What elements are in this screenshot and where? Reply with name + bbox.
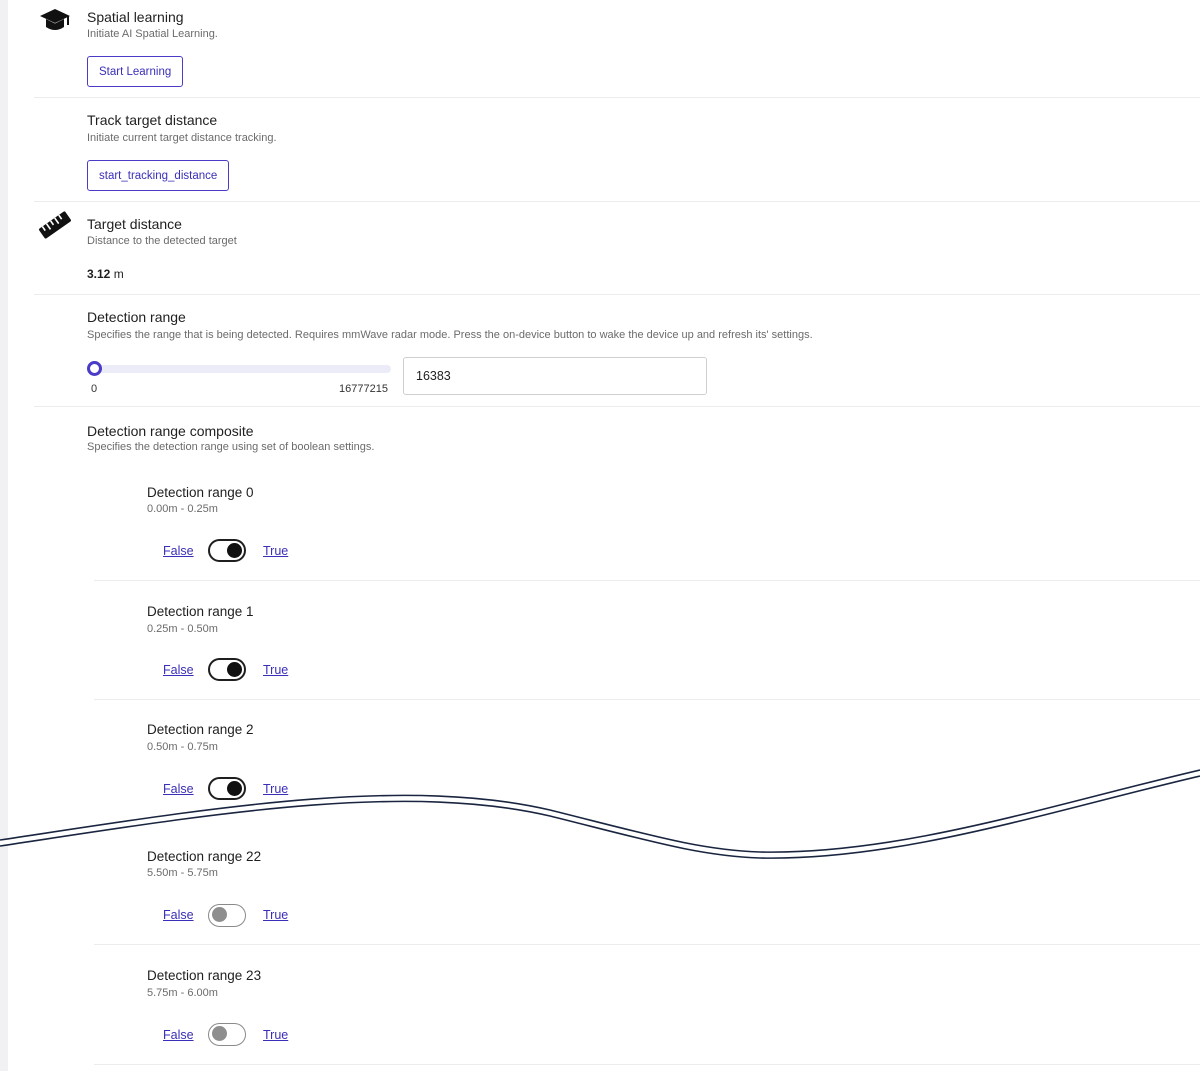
detection-range-min-label: 0 (91, 383, 98, 395)
detection-range-item-range: 5.50m - 5.75m (147, 867, 218, 879)
detection-range-toggle[interactable] (208, 904, 246, 927)
false-option-link[interactable]: False (163, 908, 194, 922)
detection-range-item-title: Detection range 22 (147, 849, 262, 864)
false-option-link[interactable]: False (163, 1028, 194, 1042)
spatial-learning-title: Spatial learning (87, 9, 184, 25)
target-distance-unit: m (113, 267, 124, 281)
target-distance-subtitle: Distance to the detected target (87, 235, 237, 247)
detection-range-item-range: 0.50m - 0.75m (147, 741, 218, 753)
detection-range-item: Detection range 22 5.50m - 5.75m False T… (94, 826, 1200, 945)
true-option-link[interactable]: True (263, 1028, 288, 1042)
detection-range-item-title: Detection range 1 (147, 604, 254, 619)
ruler-icon (39, 211, 71, 239)
spatial-learning-subtitle: Initiate AI Spatial Learning. (87, 28, 218, 40)
settings-page: Spatial learning Initiate AI Spatial Lea… (34, 0, 1200, 1071)
detection-range-composite-title: Detection range composite (87, 423, 254, 439)
false-option-link[interactable]: False (163, 663, 194, 677)
detection-range-toggle[interactable] (208, 539, 246, 562)
target-distance-title: Target distance (87, 216, 182, 232)
false-option-link[interactable]: False (163, 782, 194, 796)
detection-range-slider-thumb[interactable] (87, 361, 103, 376)
detection-range-item: Detection range 0 0.00m - 0.25m False Tr… (94, 462, 1200, 581)
toggle-knob (227, 662, 242, 677)
graduation-cap-icon (40, 9, 70, 30)
detection-range-section: Detection range Specifies the range that… (34, 295, 1200, 407)
detection-range-item-range: 5.75m - 6.00m (147, 987, 218, 999)
start-learning-button[interactable]: Start Learning (87, 56, 184, 87)
detection-range-item-title: Detection range 23 (147, 968, 262, 983)
target-distance-value: 3.12 m (87, 267, 124, 281)
detection-range-input[interactable] (403, 357, 707, 395)
spatial-learning-section: Spatial learning Initiate AI Spatial Lea… (34, 0, 1200, 98)
target-distance-number: 3.12 (87, 267, 111, 281)
toggle-knob (212, 1026, 227, 1041)
detection-range-item-title: Detection range 0 (147, 485, 254, 500)
detection-range-item: Detection range 2 0.50m - 0.75m False Tr… (94, 700, 1200, 818)
detection-range-item: Detection range 1 0.25m - 0.50m False Tr… (94, 581, 1200, 700)
true-option-link[interactable]: True (263, 782, 288, 796)
true-option-link[interactable]: True (263, 908, 288, 922)
target-distance-section: Target distance Distance to the detected… (34, 202, 1200, 295)
true-option-link[interactable]: True (263, 544, 288, 558)
detection-range-subtitle: Specifies the range that is being detect… (87, 329, 813, 341)
toggle-knob (212, 907, 227, 922)
toggle-knob (227, 781, 242, 796)
detection-range-toggle[interactable] (208, 777, 246, 800)
false-option-link[interactable]: False (163, 544, 194, 558)
detection-range-slider[interactable] (92, 365, 391, 373)
detection-range-toggle[interactable] (208, 1023, 246, 1046)
track-target-distance-subtitle: Initiate current target distance trackin… (87, 132, 277, 144)
detection-range-title: Detection range (87, 309, 186, 325)
detection-range-toggle[interactable] (208, 658, 246, 681)
detection-range-item-range: 0.25m - 0.50m (147, 623, 218, 635)
detection-range-item-range: 0.00m - 0.25m (147, 503, 218, 515)
true-option-link[interactable]: True (263, 663, 288, 677)
toggle-knob (227, 543, 242, 558)
start-tracking-distance-button[interactable]: start_tracking_distance (87, 160, 230, 191)
detection-range-item: Detection range 23 5.75m - 6.00m False T… (94, 945, 1200, 1065)
detection-range-composite-subtitle: Specifies the detection range using set … (87, 441, 375, 453)
track-target-distance-section: Track target distance Initiate current t… (34, 98, 1200, 202)
detection-range-max-label: 16777215 (339, 383, 388, 395)
track-target-distance-title: Track target distance (87, 112, 218, 128)
detection-range-item-title: Detection range 2 (147, 722, 254, 737)
detection-range-composite-section: Detection range composite Specifies the … (34, 407, 1200, 467)
left-rail (0, 0, 8, 1071)
